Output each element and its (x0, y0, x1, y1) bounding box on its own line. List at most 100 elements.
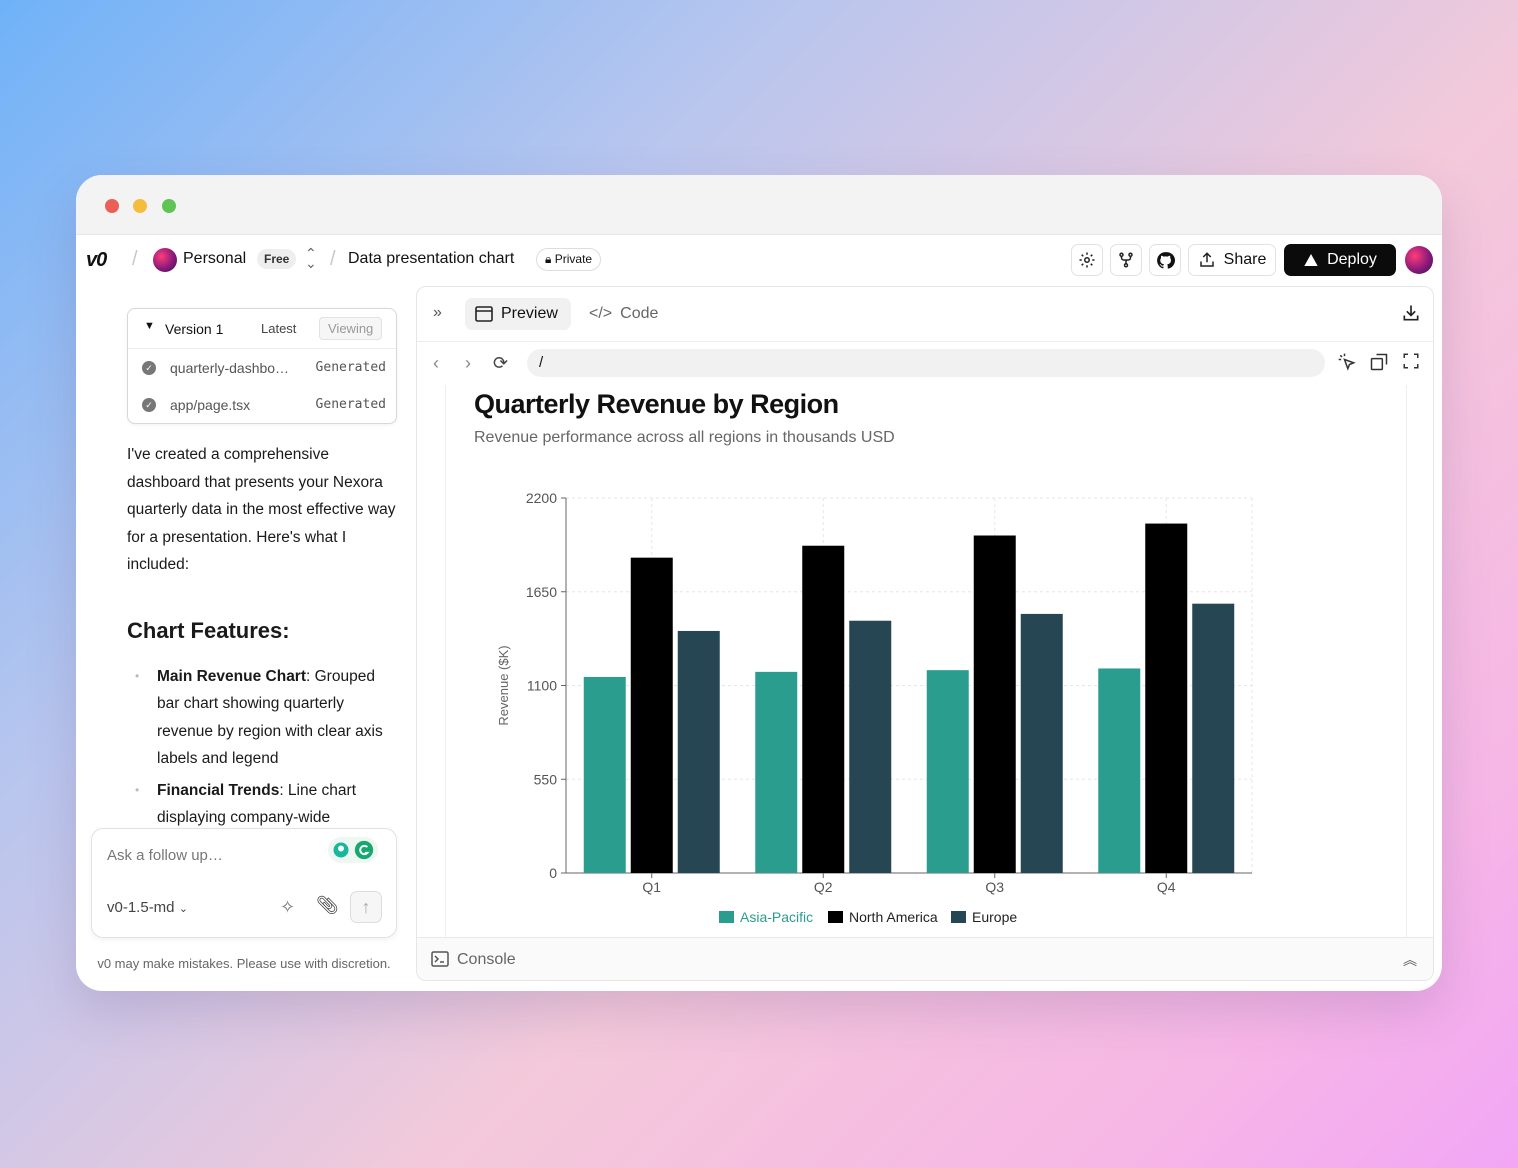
gear-icon (1079, 252, 1095, 268)
attach-icon[interactable]: 📎︎ (316, 895, 339, 916)
minimize-window-button[interactable] (133, 199, 147, 213)
version-card: ▼ Version 1 Latest Viewing ✓ quarterly-d… (127, 308, 397, 424)
settings-button[interactable] (1071, 244, 1103, 276)
bar (1098, 668, 1141, 873)
window-icon (475, 306, 493, 322)
plan-badge: Free (257, 249, 297, 269)
message-intro: I've created a comprehensive dashboard t… (127, 446, 396, 573)
download-icon[interactable] (1401, 303, 1421, 328)
title-bar (76, 175, 1442, 235)
select-element-icon[interactable] (1337, 352, 1357, 377)
send-button[interactable]: ↑ (350, 891, 382, 923)
chevron-down-icon: ▼ (144, 320, 155, 332)
x-tick-label: Q1 (642, 879, 661, 895)
file-status: Generated (315, 360, 386, 375)
bar (802, 545, 845, 873)
close-window-button[interactable] (105, 199, 119, 213)
top-bar: v0 / Personal Free ⌃ ⌄ / Data presentatio… (76, 235, 1442, 285)
legend-label: North America (849, 909, 938, 925)
chevron-down-icon: ⌄ (178, 903, 188, 915)
y-tick-label: 0 (549, 865, 557, 881)
preview-navbar: ‹ › ⟳ / (417, 343, 1433, 385)
file-name: quarterly-dashbo… (170, 360, 290, 376)
upload-icon (1199, 252, 1214, 267)
url-bar[interactable]: / (527, 349, 1325, 377)
bar (926, 670, 969, 873)
triangle-icon (1304, 254, 1318, 266)
legend-label: Europe (972, 909, 1017, 925)
fork-button[interactable] (1110, 244, 1142, 276)
check-icon: ✓ (142, 361, 156, 375)
terminal-icon (431, 951, 449, 972)
lock-icon: 🔒︎ (545, 252, 552, 266)
message-heading: Chart Features: (127, 617, 290, 643)
list-item: Financial Trends: Line chart displaying … (127, 777, 397, 828)
forward-icon[interactable]: › (465, 353, 471, 374)
code-icon: </> (589, 305, 613, 322)
chat-composer: Ask a follow up… v0-1.5-md ⌄ ✧ 📎︎ ↑ (91, 828, 397, 938)
follow-up-input[interactable]: Ask a follow up… (107, 847, 223, 864)
legend-swatch (719, 911, 734, 923)
bar (630, 557, 673, 873)
y-tick-label: 550 (534, 771, 558, 787)
breadcrumb-separator: / (330, 248, 336, 270)
preview-frame[interactable]: Quarterly Revenue by Region Revenue perf… (445, 385, 1407, 937)
x-tick-label: Q4 (1157, 879, 1176, 895)
maximize-window-button[interactable] (162, 199, 176, 213)
viewing-badge: Viewing (319, 317, 383, 340)
bar (583, 676, 626, 873)
back-icon[interactable]: ‹ (433, 353, 439, 374)
visibility-badge[interactable]: 🔒︎ Private (536, 248, 602, 271)
list-item: Main Revenue Chart: Grouped bar chart sh… (127, 663, 397, 773)
workspace-avatar (153, 248, 177, 272)
version-title: Version 1 (165, 321, 224, 337)
github-icon (1156, 251, 1175, 269)
workspace-switch-icon[interactable]: ⌃ ⌄ (305, 246, 317, 270)
console-label: Console (457, 951, 516, 968)
chat-scroll-area[interactable]: ▼ Version 1 Latest Viewing ✓ quarterly-d… (76, 285, 414, 827)
v0-logo[interactable]: v0 (86, 249, 107, 272)
breadcrumb-separator: / (132, 248, 138, 270)
y-tick-label: 1100 (527, 678, 557, 694)
check-icon: ✓ (142, 398, 156, 412)
bar (849, 620, 892, 873)
chevrons-up-icon[interactable]: ︽ (1403, 950, 1417, 970)
bar (677, 630, 720, 873)
share-button[interactable]: Share (1188, 244, 1276, 276)
file-row[interactable]: ✓ app/page.tsx Generated (128, 387, 396, 423)
user-avatar[interactable] (1405, 246, 1433, 274)
y-axis-label: Revenue ($K) (496, 645, 511, 725)
preview-panel: » Preview </> Code ‹ › ⟳ / Quarterly Rev… (416, 286, 1434, 981)
tab-preview[interactable]: Preview (465, 298, 571, 330)
expand-sidebar-icon[interactable]: » (433, 304, 442, 322)
chat-panel: ▼ Version 1 Latest Viewing ✓ quarterly-d… (76, 285, 414, 991)
version-header[interactable]: ▼ Version 1 Latest Viewing (128, 309, 396, 349)
file-status: Generated (315, 397, 386, 412)
panel-tabs: » Preview </> Code (417, 287, 1433, 342)
disclaimer: v0 may make mistakes. Please use with di… (97, 956, 391, 971)
revenue-chart: 0 550 1100 1650 2200 Revenue ($K) Q1 Q2 Q3 Q4 Asia… (496, 490, 1253, 925)
github-button[interactable] (1149, 244, 1181, 276)
sparkle-icon[interactable]: ✧ (280, 897, 295, 918)
y-tick-label: 1650 (526, 584, 557, 600)
new-window-icon[interactable] (1369, 352, 1389, 377)
bar (1192, 603, 1235, 873)
feature-list: Main Revenue Chart: Grouped bar chart sh… (127, 663, 397, 828)
legend-label: Asia-Pacific (740, 909, 813, 925)
fullscreen-icon[interactable] (1402, 352, 1420, 375)
tab-code[interactable]: </> Code (589, 305, 658, 323)
refresh-icon[interactable]: ⟳ (493, 353, 508, 374)
file-name: app/page.tsx (170, 397, 251, 413)
bar (1020, 613, 1063, 873)
deploy-button[interactable]: Deploy (1284, 244, 1396, 276)
y-tick-label: 2200 (526, 490, 557, 506)
project-title[interactable]: Data presentation chart (348, 250, 514, 268)
fork-icon (1119, 252, 1133, 268)
model-select[interactable]: v0-1.5-md ⌄ (107, 899, 188, 916)
bar (1145, 523, 1188, 873)
legend-swatch (828, 911, 843, 923)
grammarly-icon[interactable] (328, 837, 378, 863)
workspace-name[interactable]: Personal (183, 250, 246, 268)
file-row[interactable]: ✓ quarterly-dashbo… Generated (128, 350, 396, 386)
console-bar[interactable]: Console ︽ (417, 937, 1433, 980)
